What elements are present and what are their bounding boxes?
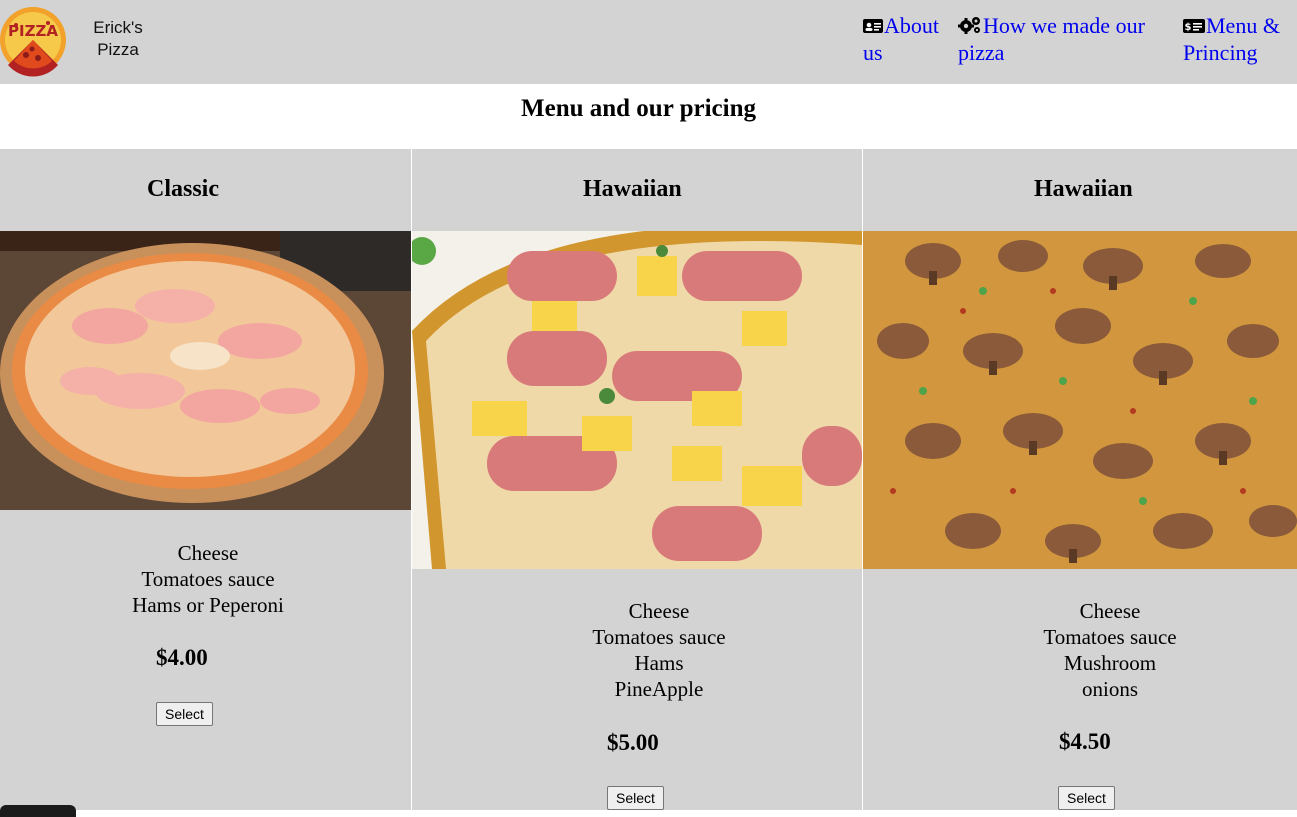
select-button[interactable]: Select <box>607 786 664 810</box>
menu-card-hawaiian: Hawaiian Cheese Tomatoes sauce Hams Pine… <box>412 149 862 810</box>
nav-about-label-1: About <box>884 13 939 38</box>
pizza-price: $5.00 <box>607 730 659 755</box>
pizza-price: $4.00 <box>156 645 208 670</box>
nav-how-label-2: pizza <box>958 40 1005 65</box>
select-button[interactable]: Select <box>156 702 213 726</box>
ingredients-list: Cheese Tomatoes sauce Mushroom onions <box>1010 598 1210 702</box>
ingredients-list: Cheese Tomatoes sauce Hams or Peperoni <box>108 540 308 618</box>
ingredient-item: Tomatoes sauce <box>592 625 726 649</box>
gears-icon <box>958 14 982 40</box>
pizza-title: Hawaiian <box>583 176 682 202</box>
ingredient-item: Mushroom <box>1063 651 1157 675</box>
pizza-title: Hawaiian <box>1034 176 1133 202</box>
nav-how-label-1: How we made our <box>983 13 1145 38</box>
menu-card-mushroom: Hawaiian Cheese Tomatoes sauce Mushroom … <box>863 149 1297 810</box>
page-title: Menu and our pricing <box>521 95 756 122</box>
svg-text:$: $ <box>1185 22 1192 33</box>
money-bill-icon: $ <box>1183 14 1205 40</box>
ingredient-item: Cheese <box>177 541 239 565</box>
ingredient-item: Hams or Peperoni <box>132 593 284 617</box>
ingredients-list: Cheese Tomatoes sauce Hams PineApple <box>559 598 759 702</box>
ingredient-item: Hams <box>634 651 684 675</box>
pizza-image-hawaiian <box>412 231 862 569</box>
pizza-logo[interactable]: PIZZA <box>0 3 66 77</box>
select-button[interactable]: Select <box>1058 786 1115 810</box>
pizza-title: Classic <box>147 176 219 202</box>
nav-menu-label-2: Princing <box>1183 40 1258 65</box>
nav-about-link[interactable]: About us <box>863 13 947 66</box>
id-card-icon <box>863 14 883 40</box>
nav-menu-label-1: Menu & <box>1206 13 1280 38</box>
brand-name-line1: Erick's <box>93 18 143 37</box>
logo-text: PIZZA <box>8 22 58 40</box>
pizza-price: $4.50 <box>1059 729 1111 754</box>
brand-name-line2: Pizza <box>97 40 139 59</box>
menu-card-classic: Classic Cheese Tomatoes sauce Hams or Pe… <box>0 149 411 810</box>
ingredient-item: onions <box>1081 677 1138 701</box>
ingredient-item: PineApple <box>614 677 704 701</box>
brand-name: Erick's Pizza <box>82 17 154 61</box>
site-header: PIZZA Erick's Pizza About us How we made… <box>0 0 1297 84</box>
nav-about-label-2: us <box>863 40 883 65</box>
ingredient-item: Tomatoes sauce <box>141 567 275 591</box>
nav-menu-link[interactable]: $ Menu & Princing <box>1183 13 1293 66</box>
bottom-overlay-tab <box>0 805 76 817</box>
ingredient-item: Tomatoes sauce <box>1043 625 1177 649</box>
nav-how-link[interactable]: How we made our pizza <box>958 13 1158 66</box>
ingredient-item: Cheese <box>1079 599 1141 623</box>
pizza-image-mushroom <box>863 231 1297 569</box>
pizza-image-classic <box>0 231 411 510</box>
ingredient-item: Cheese <box>628 599 690 623</box>
